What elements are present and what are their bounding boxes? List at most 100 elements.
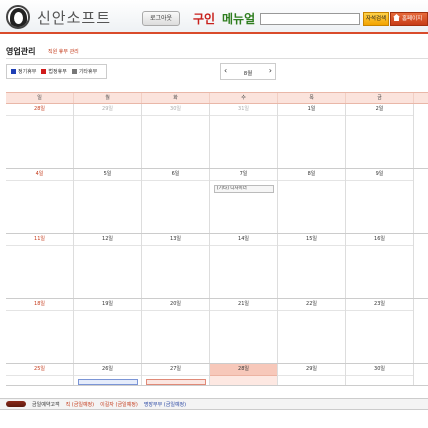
breadcrumb: 직원 휴무 관리 — [48, 49, 79, 55]
day-cell[interactable]: 30일 — [142, 104, 210, 168]
day-number: 6일 — [142, 169, 209, 181]
day-cell-today[interactable]: 28일 — [210, 364, 278, 385]
day-number: 23일 — [346, 299, 413, 311]
search-button[interactable]: 자석검색 — [363, 12, 389, 26]
day-number: 1일 — [278, 104, 345, 116]
day-number: 8일 — [278, 169, 345, 181]
calendar: 일 월 화 수 목 금 28일 29일 30일 31일 1일 2일 4일 5일 … — [6, 92, 428, 386]
day-cell[interactable]: 15일 — [278, 234, 346, 298]
day-cell[interactable]: 11일 — [6, 234, 74, 298]
day-cell[interactable]: 16일 — [346, 234, 414, 298]
day-number: 21일 — [210, 299, 277, 311]
logo-icon[interactable] — [6, 5, 30, 29]
day-cell[interactable]: 29일 — [278, 364, 346, 385]
nav-manual[interactable]: 메뉴얼 — [222, 10, 255, 27]
day-number: 31일 — [210, 104, 277, 116]
day-cell[interactable]: 9일 — [346, 169, 414, 233]
day-number: 19일 — [74, 299, 141, 311]
day-cell[interactable]: 14일 — [210, 234, 278, 298]
reservation-item[interactable]: 명장부부 (금일예정) — [144, 401, 186, 408]
day-number: 7일 — [210, 169, 277, 181]
legend-label: 법정휴무 — [48, 69, 67, 75]
homepage-button[interactable]: 홈페이지 — [390, 12, 428, 26]
holiday-event[interactable]: [기타] 디자이너 — [214, 185, 274, 193]
page-title: 영업관리 — [6, 47, 36, 56]
weekday-thu: 목 — [278, 93, 346, 103]
day-number: 5일 — [74, 169, 141, 181]
reservation-item[interactable]: 이길자 (금일예정) — [100, 401, 138, 408]
day-number: 28일 — [210, 364, 277, 376]
day-cell[interactable]: 30일 — [346, 364, 414, 385]
day-number: 12일 — [74, 234, 141, 246]
day-cell[interactable]: 26일 — [74, 364, 142, 385]
day-cell[interactable]: 13일 — [142, 234, 210, 298]
next-month-icon[interactable]: › — [269, 66, 272, 75]
day-cell[interactable]: 29일 — [74, 104, 142, 168]
day-cell[interactable]: 23일 — [346, 299, 414, 363]
home-icon — [393, 14, 400, 21]
day-number: 11일 — [6, 234, 73, 246]
day-number: 14일 — [210, 234, 277, 246]
day-number: 29일 — [278, 364, 345, 376]
calendar-week: 18일 19일 20일 21일 22일 23일 — [6, 299, 428, 364]
day-cell[interactable]: 25일 — [6, 364, 74, 385]
legend-label: 기타휴무 — [78, 69, 98, 75]
day-cell[interactable]: 22일 — [278, 299, 346, 363]
day-number: 9일 — [346, 169, 413, 181]
day-cell[interactable]: 19일 — [74, 299, 142, 363]
search-input[interactable] — [260, 13, 360, 25]
day-cell[interactable]: 18일 — [6, 299, 74, 363]
legend-swatch — [71, 69, 77, 74]
logout-button[interactable]: 로그아웃 — [142, 11, 180, 26]
month-navigator: ‹ 8월 › — [220, 63, 276, 80]
legend-item-regular: 정기휴무 — [11, 68, 36, 75]
day-cell[interactable]: 12일 — [74, 234, 142, 298]
day-cell[interactable]: 20일 — [142, 299, 210, 363]
weekday-mon: 월 — [74, 93, 142, 103]
day-cell[interactable]: 7일 [기타] 디자이너 — [210, 169, 278, 233]
day-cell[interactable]: 1일 — [278, 104, 346, 168]
day-cell[interactable]: 5일 — [74, 169, 142, 233]
day-number: 13일 — [142, 234, 209, 246]
reservation-pill-icon — [6, 401, 26, 407]
day-cell[interactable]: 2일 — [346, 104, 414, 168]
day-number: 30일 — [346, 364, 413, 376]
day-number: 27일 — [142, 364, 209, 376]
day-number: 18일 — [6, 299, 73, 311]
homepage-label: 홈페이지 — [402, 16, 423, 22]
legend-item-legal: 법정휴무 — [41, 68, 67, 75]
reservation-label: 금일예약고객 — [32, 401, 60, 408]
weekday-sun: 일 — [6, 93, 74, 103]
day-number: 25일 — [6, 364, 73, 376]
day-cell[interactable]: 31일 — [210, 104, 278, 168]
legend-swatch — [41, 69, 47, 74]
legend-swatch — [11, 69, 16, 74]
day-number: 4일 — [6, 169, 73, 181]
brand-name[interactable]: 신안소프트 — [37, 7, 111, 28]
day-cell[interactable]: 28일 — [6, 104, 74, 168]
day-number: 30일 — [142, 104, 209, 116]
day-cell[interactable]: 21일 — [210, 299, 278, 363]
weekday-fri: 금 — [346, 93, 414, 103]
reservation-bar: 금일예약고객 직 (금일예정) 이길자 (금일예정) 명장부부 (금일예정) — [0, 398, 428, 410]
day-number: 2일 — [346, 104, 413, 116]
weekday-tue: 화 — [142, 93, 210, 103]
day-number: 16일 — [346, 234, 413, 246]
calendar-week: 4일 5일 6일 7일 [기타] 디자이너 8일 9일 — [6, 169, 428, 234]
reservation-item[interactable]: 직 (금일예정) — [66, 401, 95, 408]
day-cell[interactable]: 6일 — [142, 169, 210, 233]
holiday-event[interactable] — [78, 379, 138, 385]
holiday-event[interactable] — [146, 379, 206, 385]
legend-label: 정기휴무 — [18, 69, 37, 75]
day-cell[interactable]: 8일 — [278, 169, 346, 233]
day-cell[interactable]: 27일 — [142, 364, 210, 385]
legend-item-other: 기타휴무 — [71, 68, 98, 75]
title-divider — [6, 58, 428, 59]
day-number: 28일 — [6, 104, 73, 116]
nav-job[interactable]: 구인 — [193, 10, 215, 27]
day-cell[interactable]: 4일 — [6, 169, 74, 233]
day-number: 15일 — [278, 234, 345, 246]
day-number: 20일 — [142, 299, 209, 311]
weekday-wed: 수 — [210, 93, 278, 103]
day-number: 22일 — [278, 299, 345, 311]
